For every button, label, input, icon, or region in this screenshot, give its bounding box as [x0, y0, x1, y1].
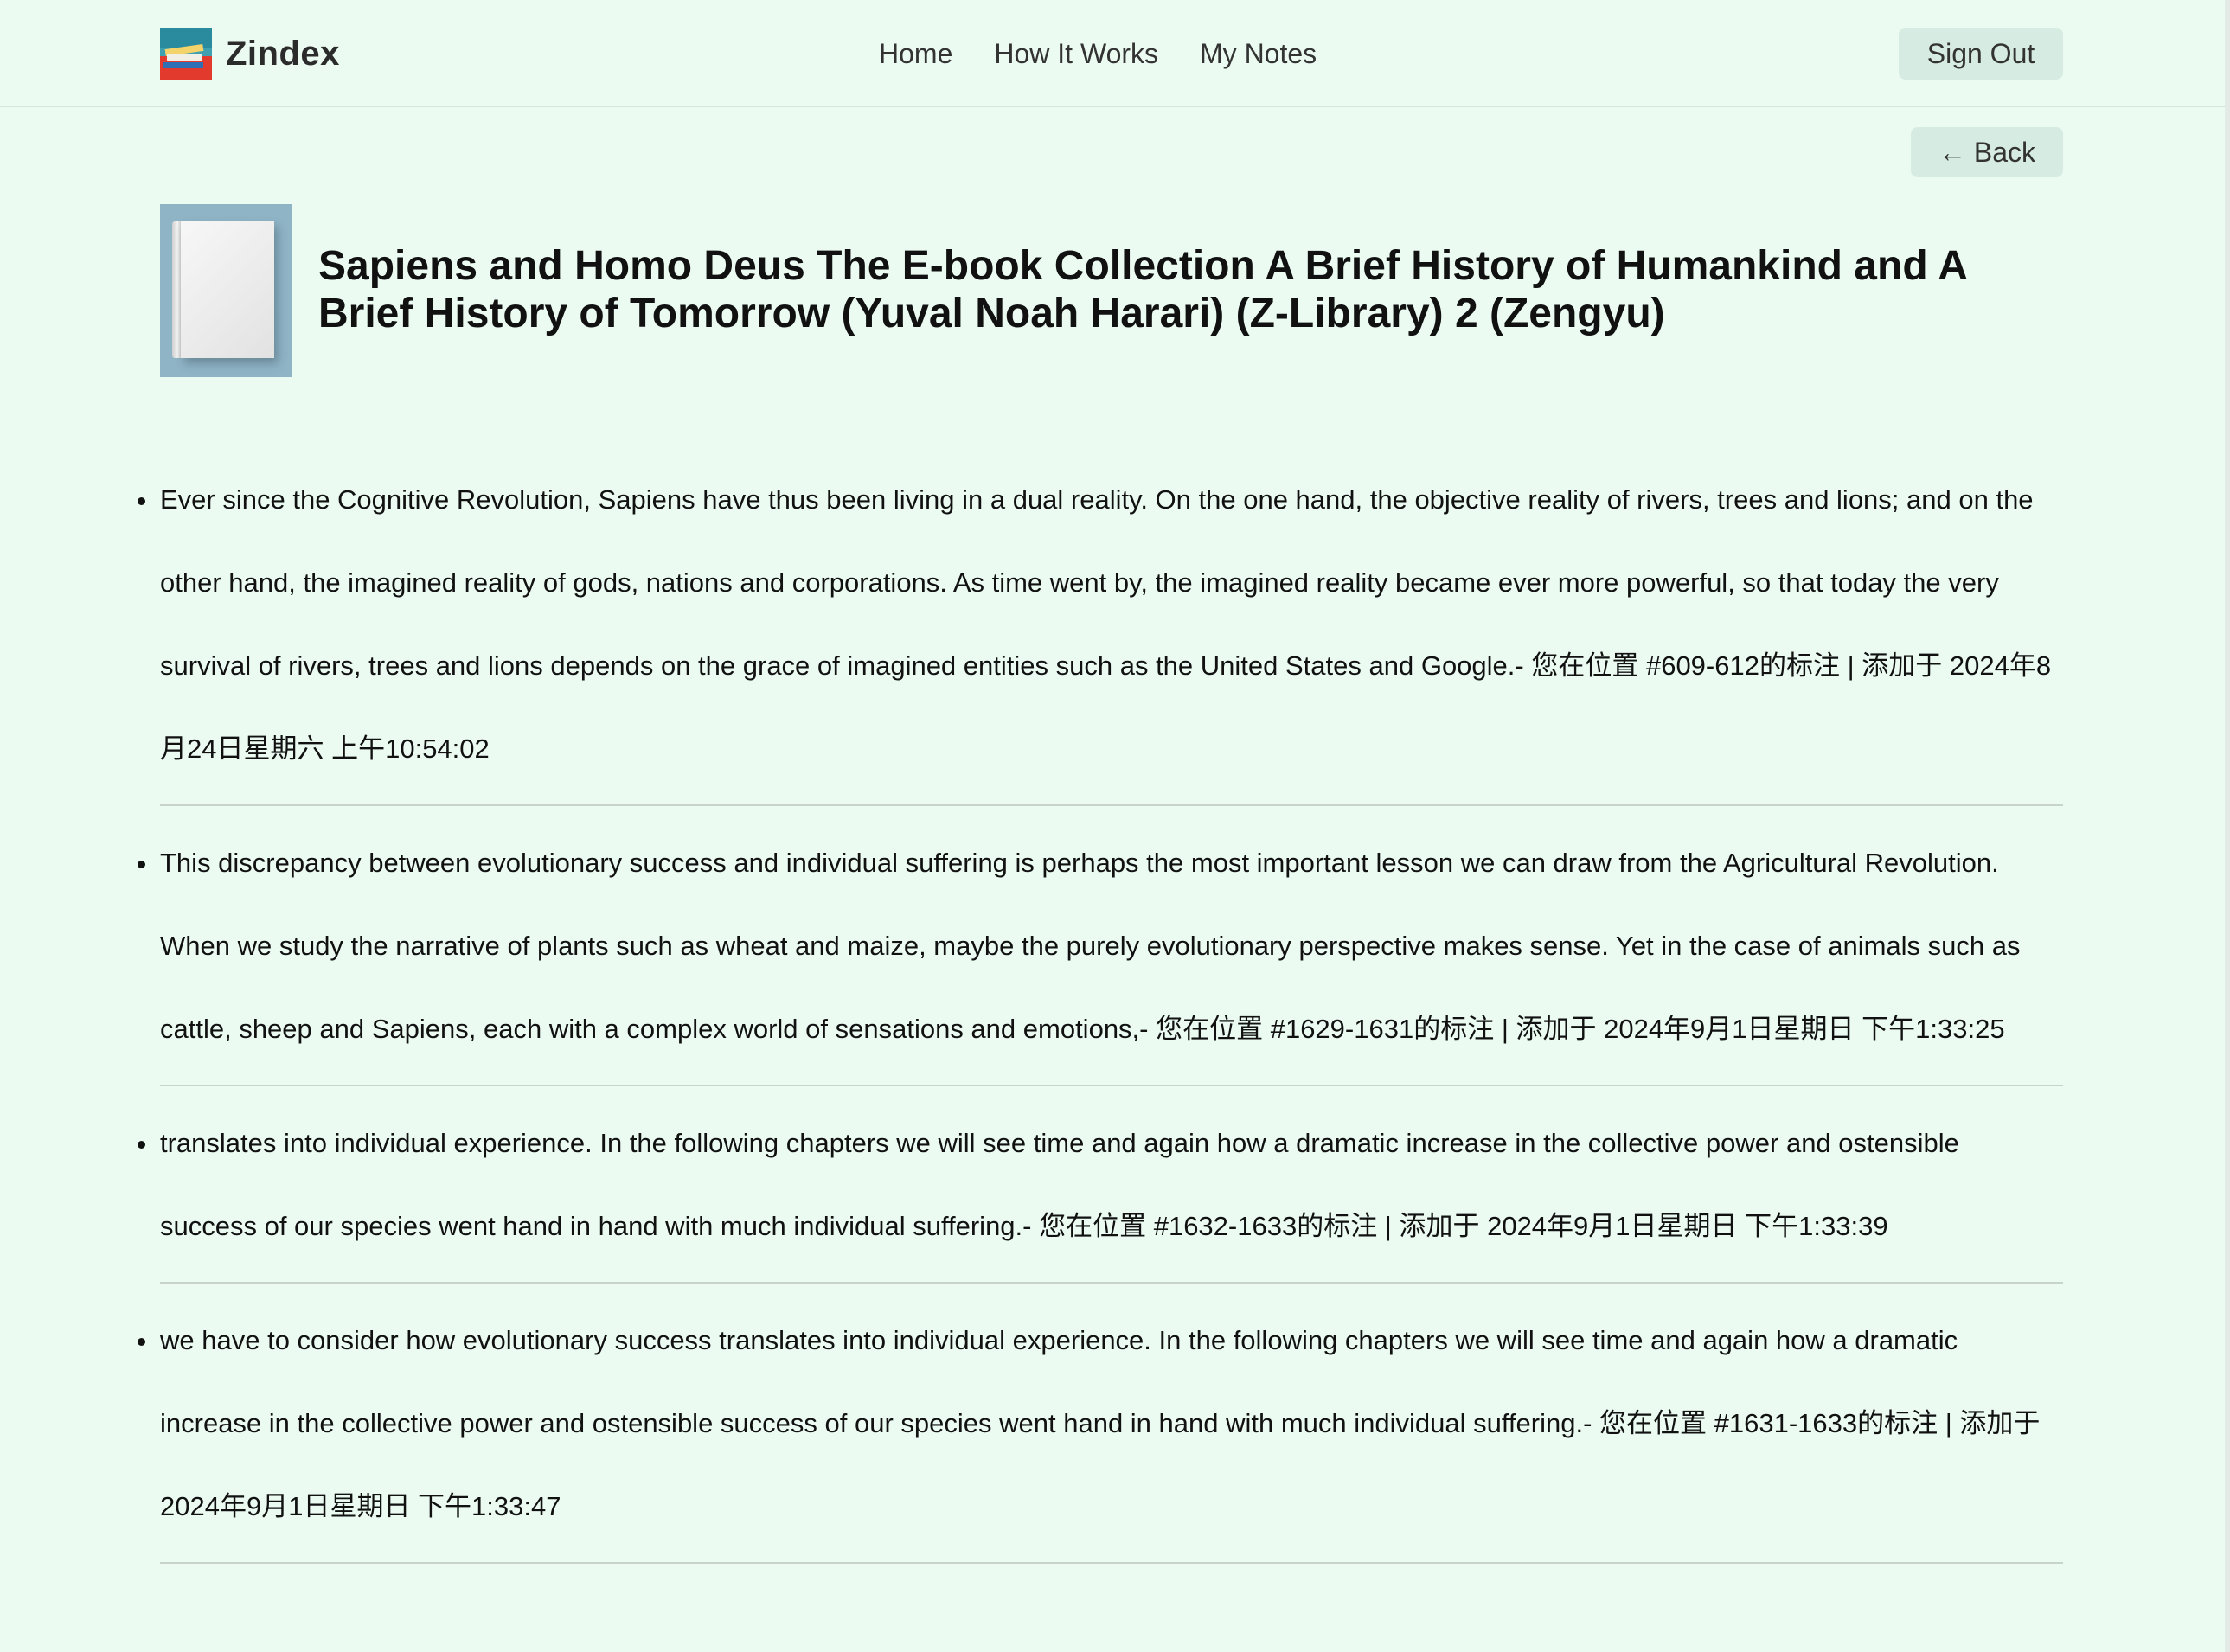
back-button[interactable]: ← Back	[1911, 127, 2063, 177]
book-cover-image	[160, 204, 292, 377]
nav-link-how-it-works[interactable]: How It Works	[994, 35, 1158, 73]
nav-link-my-notes[interactable]: My Notes	[1200, 35, 1317, 73]
nav-link-home[interactable]: Home	[879, 35, 952, 73]
book-title: Sapiens and Homo Deus The E-book Collect…	[318, 243, 1967, 336]
stacked-books-logo-icon	[160, 28, 212, 80]
note-item: This discrepancy between evolutionary su…	[138, 822, 2063, 1086]
notes-list: Ever since the Cognitive Revolution, Sap…	[138, 458, 2063, 1579]
page-scrollbar[interactable]	[2225, 0, 2230, 1652]
top-navbar: Zindex Home How It Works My Notes Sign O…	[0, 0, 2225, 107]
note-item: translates into individual experience. I…	[138, 1102, 2063, 1284]
note-item: Ever since the Cognitive Revolution, Sap…	[138, 458, 2063, 806]
sign-out-button[interactable]: Sign Out	[1899, 28, 2063, 80]
main-nav: Home How It Works My Notes	[879, 35, 1317, 73]
note-item: we have to consider how evolutionary suc…	[138, 1299, 2063, 1564]
brand-logo-link[interactable]: Zindex	[160, 28, 340, 80]
brand-name: Zindex	[226, 34, 340, 73]
